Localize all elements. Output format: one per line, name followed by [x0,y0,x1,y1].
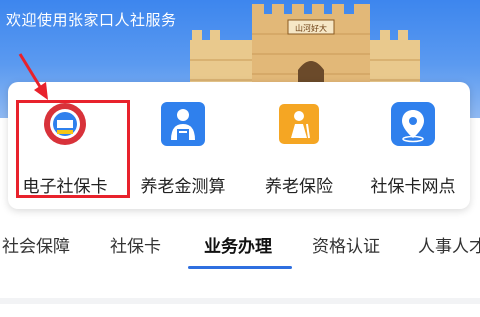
banner-sign-text: 山河好大 [295,23,327,33]
service-label: 社保卡网点 [370,177,456,197]
location-pin-icon [391,102,435,146]
arrow-annotation-icon [18,53,48,100]
section-divider [0,298,480,304]
welcome-text: 欢迎使用张家口人社服务 [6,11,177,29]
service-pension-calculator[interactable]: 养老金测算 [126,82,240,209]
tab-business[interactable]: 业务办理 [204,232,272,257]
highlight-box [16,100,130,198]
tab-personnel[interactable]: 人事人才 [418,232,480,257]
elderly-insurance-icon [279,104,319,144]
active-tab-indicator [188,266,292,269]
tab-bar: 社会保障 社保卡 业务办理 资格认证 人事人才 [0,222,480,272]
service-pension-insurance[interactable]: 养老保险 [242,82,356,209]
tab-social-security[interactable]: 社会保障 [2,232,70,257]
tab-social-card[interactable]: 社保卡 [110,232,161,257]
service-label: 养老金测算 [140,177,226,197]
person-calculator-icon [161,102,205,146]
tab-qualification[interactable]: 资格认证 [312,232,380,257]
service-label: 养老保险 [265,177,333,197]
service-card-outlets[interactable]: 社保卡网点 [356,82,470,209]
